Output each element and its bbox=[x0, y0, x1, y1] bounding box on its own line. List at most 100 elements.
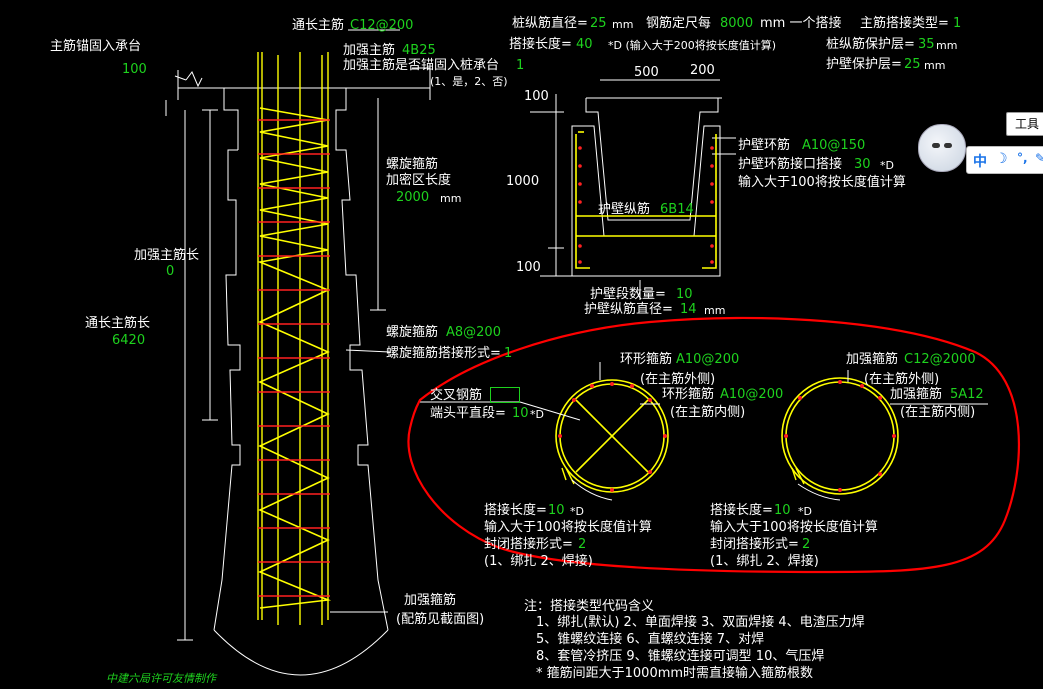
spiral-lap-value[interactable]: 1 bbox=[504, 346, 512, 361]
wall-dim-1000: 1000 bbox=[506, 174, 540, 189]
ring-inner-value[interactable]: A10@200 bbox=[720, 387, 783, 402]
wall-long-label: 护壁纵筋 bbox=[598, 202, 651, 217]
right-close-options: (1、绑扎 2、焊接) bbox=[710, 554, 819, 569]
wall-long-value[interactable]: 6B14 bbox=[660, 202, 694, 217]
ime-toolbar[interactable]: 中 ☽ °, ✎ bbox=[966, 146, 1043, 174]
reinf-inner-label: 加强箍筋 bbox=[890, 387, 943, 402]
wall-seg-count-value[interactable]: 10 bbox=[676, 287, 693, 302]
wall-ring-lap-note: 输入大于100将按长度值计算 bbox=[738, 175, 906, 190]
end-straight-value[interactable]: 10 bbox=[512, 406, 529, 421]
lap-type-label: 主筋搭接类型= bbox=[860, 16, 949, 31]
wall-section bbox=[530, 79, 736, 300]
wall-ring-lap-value[interactable]: 30 bbox=[854, 157, 871, 172]
reinf-anchor-value[interactable]: 1 bbox=[516, 58, 524, 73]
left-lap-value[interactable]: 10 bbox=[548, 503, 565, 518]
spiral-dense-label-1: 螺旋箍筋 bbox=[386, 157, 439, 172]
ring-outer-value[interactable]: A10@200 bbox=[676, 352, 739, 367]
moon-icon[interactable]: ☽ bbox=[995, 151, 1008, 167]
punctuation-icon[interactable]: °, bbox=[1017, 151, 1028, 165]
through-main-rebar-value[interactable]: C12@200 bbox=[350, 18, 413, 33]
reinf-length-value[interactable]: 0 bbox=[166, 264, 174, 279]
cover-label: 桩纵筋保护层= bbox=[826, 37, 915, 52]
reinf-stirrup-note: (配筋见截面图) bbox=[396, 612, 485, 627]
pile-rebar-dia-label: 桩纵筋直径= bbox=[512, 16, 588, 31]
right-lap-label: 搭接长度= bbox=[710, 503, 773, 518]
notes-line-1: 1、绑扎(默认) 2、单面焊接 3、双面焊接 4、电渣压力焊 bbox=[536, 615, 865, 630]
main-anchor-value[interactable]: 100 bbox=[122, 62, 147, 77]
main-anchor-label: 主筋锚固入承台 bbox=[50, 39, 142, 54]
wall-cover-value[interactable]: 25 bbox=[904, 57, 921, 72]
wall-dim-100-top: 100 bbox=[524, 89, 549, 104]
cross-rebar-field[interactable] bbox=[490, 387, 520, 403]
right-close-label: 封闭搭接形式= bbox=[710, 537, 799, 552]
wall-dim-500: 500 bbox=[634, 65, 659, 80]
pile-rebar-dia-unit: mm bbox=[612, 18, 634, 31]
cover-unit: mm bbox=[936, 39, 958, 52]
wall-long-dia-value[interactable]: 14 bbox=[680, 302, 697, 317]
reinf-inner-value[interactable]: 5A12 bbox=[950, 387, 984, 402]
spiral-dense-unit: mm bbox=[440, 192, 462, 205]
cover-value[interactable]: 35 bbox=[918, 37, 935, 52]
cross-rebar-label: 交叉钢筋 bbox=[430, 388, 483, 403]
left-lap-note: 输入大于100将按长度值计算 bbox=[484, 520, 652, 535]
wall-cover-unit: mm bbox=[924, 59, 946, 72]
ring-inner-note: (在主筋内侧) bbox=[670, 405, 746, 420]
pen-icon[interactable]: ✎ bbox=[1035, 151, 1043, 165]
wall-ring-lap-label: 护壁环筋接口搭接 bbox=[738, 157, 843, 172]
reinf-length-label: 加强主筋长 bbox=[134, 248, 200, 263]
reinf-anchor-label: 加强主筋是否锚固入桩承台 bbox=[343, 58, 500, 73]
left-close-options: (1、绑扎 2、焊接) bbox=[484, 554, 593, 569]
end-straight-unit: *D bbox=[530, 408, 544, 421]
toolbar-button[interactable]: 工具 bbox=[1006, 112, 1043, 136]
wall-ring-label: 护壁环筋 bbox=[738, 138, 791, 153]
rebar-length-suffix: mm 一个搭接 bbox=[760, 16, 842, 31]
ime-mode-label[interactable]: 中 bbox=[973, 151, 987, 171]
left-close-value[interactable]: 2 bbox=[578, 537, 586, 552]
right-lap-value[interactable]: 10 bbox=[774, 503, 791, 518]
notes-line-3: 8、套管冷挤压 9、锥螺纹连接可调型 10、气压焊 bbox=[536, 649, 825, 664]
lap-length-value[interactable]: 40 bbox=[576, 37, 593, 52]
right-close-value[interactable]: 2 bbox=[802, 537, 810, 552]
through-length-value[interactable]: 6420 bbox=[112, 333, 145, 348]
through-main-rebar-label: 通长主筋 bbox=[292, 18, 345, 33]
reinf-anchor-options: (1、是，2、否) bbox=[430, 75, 508, 88]
drawing-canvas bbox=[165, 29, 1021, 676]
ring-outer-label: 环形箍筋 bbox=[620, 352, 673, 367]
wall-ring-lap-unit: *D bbox=[880, 159, 894, 172]
wall-seg-count-label: 护壁段数量= bbox=[590, 287, 666, 302]
spiral-lap-label: 螺旋箍筋搭接形式= bbox=[386, 346, 501, 361]
left-close-label: 封闭搭接形式= bbox=[484, 537, 573, 552]
end-straight-label: 端头平直段= bbox=[430, 406, 506, 421]
notes-line-4: * 箍筋间距大于1000mm时需直接输入箍筋根数 bbox=[536, 666, 814, 681]
reinf-main-value[interactable]: 4B25 bbox=[402, 43, 436, 58]
wall-rebars bbox=[575, 131, 717, 269]
left-lap-unit: *D bbox=[570, 505, 584, 518]
right-lap-note: 输入大于100将按长度值计算 bbox=[710, 520, 878, 535]
pile-rebar-dia-value[interactable]: 25 bbox=[590, 16, 607, 31]
ring-outer-note: (在主筋外侧) bbox=[640, 372, 716, 387]
reinf-main-label: 加强主筋 bbox=[343, 43, 396, 58]
left-lap-label: 搭接长度= bbox=[484, 503, 547, 518]
spiral-dense-value[interactable]: 2000 bbox=[396, 190, 429, 205]
ring-inner-label: 环形箍筋 bbox=[662, 387, 715, 402]
wall-long-dia-label: 护壁纵筋直径= bbox=[584, 302, 673, 317]
notes-title: 注：搭接类型代码含义 bbox=[524, 599, 655, 614]
wall-ring-value[interactable]: A10@150 bbox=[802, 138, 865, 153]
notes-line-2: 5、锥螺纹连接 6、直螺纹连接 7、对焊 bbox=[536, 632, 765, 647]
wall-long-dia-unit: mm bbox=[704, 304, 726, 317]
credit-text: 中建六局许可友情制作 bbox=[106, 672, 216, 685]
right-lap-unit: *D bbox=[798, 505, 812, 518]
reinf-outer-value[interactable]: C12@2000 bbox=[904, 352, 976, 367]
lap-length-label: 搭接长度= bbox=[509, 37, 572, 52]
lap-type-value[interactable]: 1 bbox=[953, 16, 961, 31]
section-left-drawing bbox=[420, 362, 669, 501]
reinf-outer-note: (在主筋外侧) bbox=[864, 372, 940, 387]
assistant-avatar-icon[interactable] bbox=[918, 124, 966, 172]
wall-dim-100-bottom: 100 bbox=[516, 260, 541, 275]
reinf-outer-label: 加强箍筋 bbox=[846, 352, 899, 367]
rebar-length-value[interactable]: 8000 bbox=[720, 16, 753, 31]
through-length-label: 通长主筋长 bbox=[85, 316, 151, 331]
spiral-dense-label-2: 加密区长度 bbox=[386, 173, 452, 188]
rebar-length-label: 钢筋定尺每 bbox=[646, 16, 712, 31]
spiral-stirrup-value[interactable]: A8@200 bbox=[446, 325, 501, 340]
